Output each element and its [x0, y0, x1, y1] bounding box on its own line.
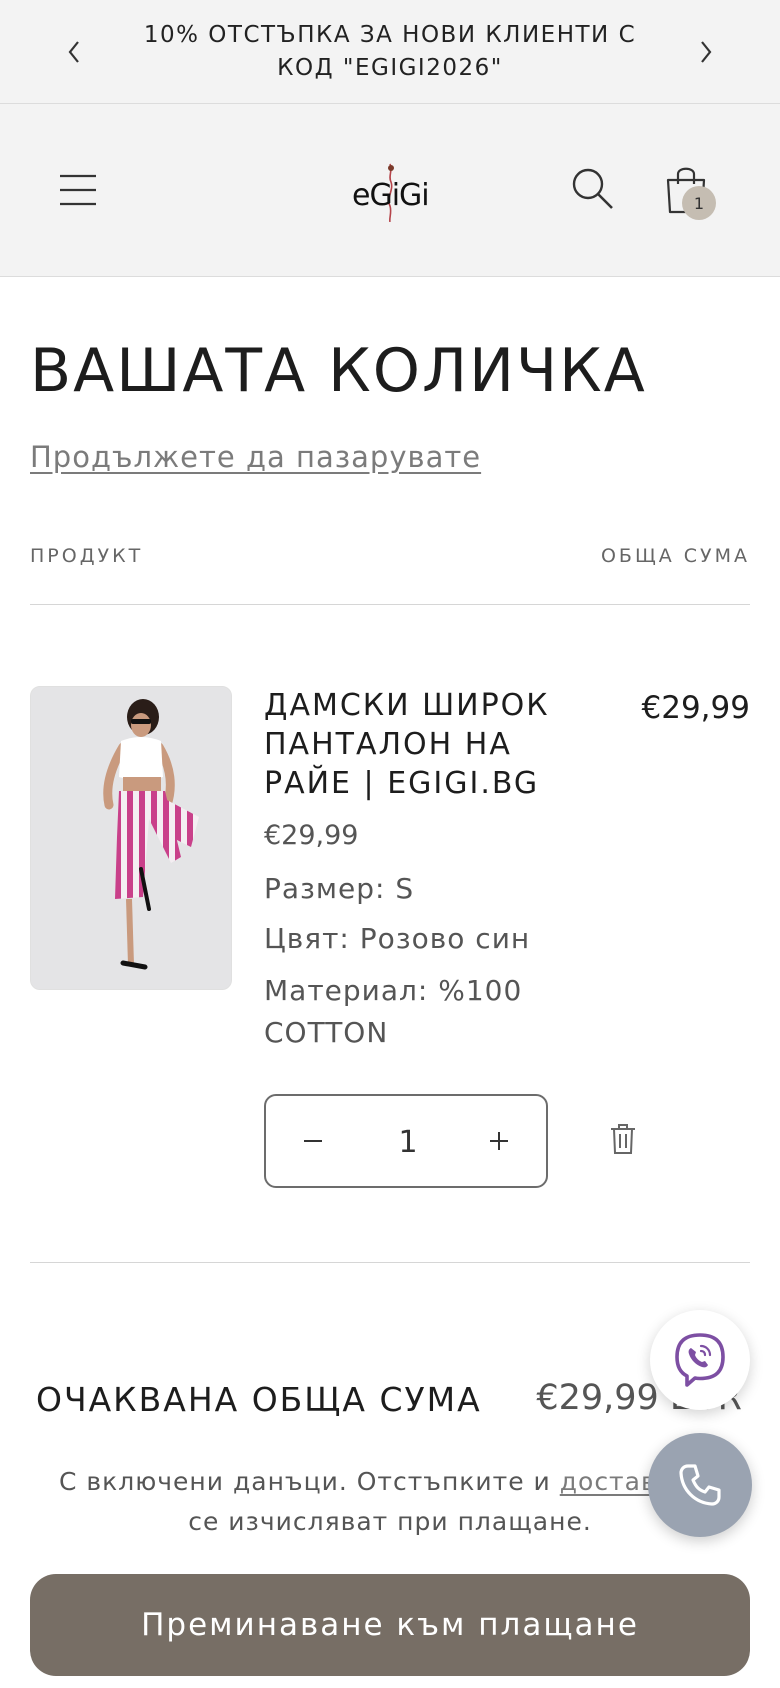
cart-button[interactable]: 1 [658, 158, 718, 220]
chevron-right-icon [701, 41, 712, 63]
divider [30, 1262, 750, 1263]
announcement-next-button[interactable] [692, 36, 720, 68]
tax-note-text-end: се изчисляват при плащане. [188, 1507, 592, 1536]
column-header-product: ПРОДУКТ [30, 545, 144, 567]
search-button[interactable] [570, 166, 616, 212]
product-image[interactable] [30, 686, 232, 990]
estimated-total-label: ОЧАКВАНА ОБЩА СУМА [36, 1380, 482, 1419]
viber-chat-button[interactable] [650, 1310, 750, 1410]
minus-icon [304, 1140, 322, 1142]
site-header: eGiGi 1 [0, 104, 780, 277]
checkout-button[interactable]: Преминаване към плащане [30, 1574, 750, 1676]
product-name-link[interactable]: ДАМСКИ ШИРОК ПАНТАЛОН НА РАЙЕ | EGIGI.BG [264, 686, 594, 803]
quantity-decrease-button[interactable] [288, 1116, 338, 1166]
product-option-size: Размер: S [264, 872, 415, 905]
remove-item-button[interactable] [608, 1122, 638, 1156]
announcement-bar: 10% ОТСТЪПКА ЗА НОВИ КЛИЕНТИ С КОД "EGIG… [0, 0, 780, 104]
product-option-color: Цвят: Розово син [264, 922, 531, 955]
quantity-increase-button[interactable] [474, 1116, 524, 1166]
page-title: ВАШАТА КОЛИЧКА [30, 336, 647, 406]
phone-call-button[interactable] [648, 1433, 752, 1537]
column-header-total: ОБЩА СУМА [600, 545, 750, 567]
quantity-input[interactable] [366, 1118, 450, 1166]
product-unit-price: €29,99 [264, 820, 359, 851]
product-line-total: €29,99 [641, 690, 750, 726]
hamburger-menu-icon [60, 174, 96, 206]
chevron-left-icon [68, 41, 79, 63]
search-icon [572, 168, 613, 209]
site-logo[interactable]: eGiGi [340, 162, 440, 222]
tax-note-text: С включени данъци. Отстъпките и [59, 1467, 560, 1496]
plus-icon [490, 1132, 508, 1150]
viber-icon [675, 1333, 725, 1387]
continue-shopping-link[interactable]: Продължете да пазарувате [30, 440, 481, 474]
divider [30, 604, 750, 605]
announcement-prev-button[interactable] [60, 36, 88, 68]
product-option-material: Материал: %100 COTTON [264, 974, 523, 1049]
cart-count-badge: 1 [682, 186, 716, 220]
phone-icon [679, 1464, 721, 1506]
logo-text: eGiGi [352, 178, 430, 213]
announcement-text: 10% ОТСТЪПКА ЗА НОВИ КЛИЕНТИ С КОД "EGIG… [143, 21, 637, 81]
trash-icon [611, 1124, 635, 1154]
tax-note: С включени данъци. Отстъпките и доставка… [40, 1462, 740, 1542]
quantity-stepper [264, 1094, 548, 1188]
product-photo [31, 687, 231, 989]
menu-button[interactable] [56, 168, 100, 212]
